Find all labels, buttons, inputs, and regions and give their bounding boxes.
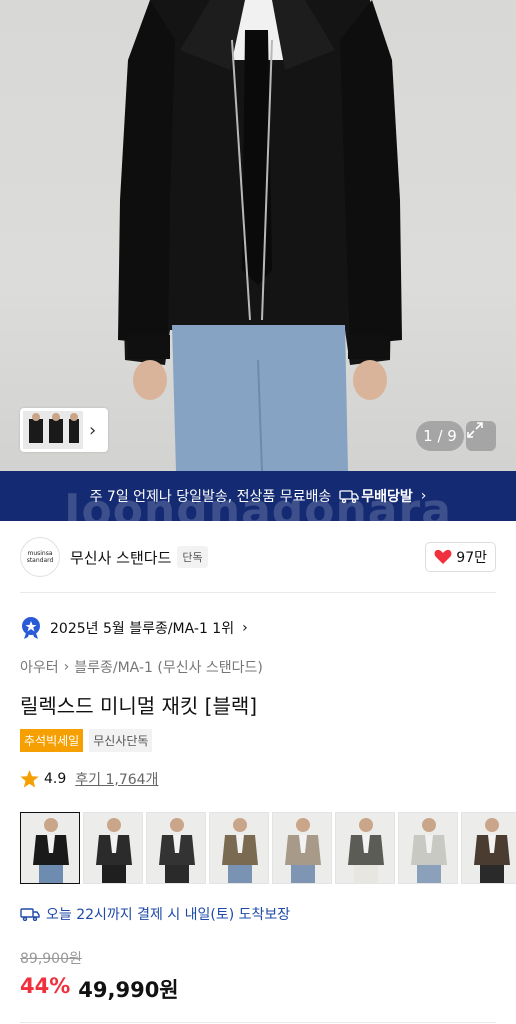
product-title: 릴렉스드 미니멀 재킷 [블랙] <box>20 694 258 718</box>
color-option-olive-grey[interactable] <box>335 812 395 884</box>
brand-logo[interactable]: musinsa standard <box>20 537 60 577</box>
delivery-truck-icon <box>339 490 359 503</box>
brand-row: musinsa standard 무신사 스탠다드 단독 97만 <box>20 536 496 578</box>
color-option-brown[interactable] <box>461 812 516 884</box>
delivery-text: 오늘 22시까지 결제 시 내일(토) 도착보장 <box>46 907 291 923</box>
rating-score: 4.9 <box>44 771 67 787</box>
product-badges: 추석빅세일 무신사단독 <box>20 729 153 752</box>
reviews-link[interactable]: 후기 1,764개 <box>75 769 158 789</box>
logo-text-line1: musinsa <box>27 550 53 557</box>
banner-text: 주 7일 언제나 당일발송, 전상품 무료배송 <box>89 489 332 505</box>
badge-label: 무배당발 <box>361 489 413 505</box>
heart-icon <box>434 549 452 564</box>
chevron-right-icon: › <box>63 659 70 675</box>
chevron-right-icon: › <box>242 620 248 636</box>
final-price: 49,990원 <box>78 978 179 1002</box>
price-row: 44% 49,990원 <box>20 974 179 1004</box>
free-shipping-badge: 무배당발 <box>339 486 413 506</box>
sale-badge: 추석빅세일 <box>20 729 84 752</box>
divider <box>20 1022 496 1023</box>
image-counter: 1 / 9 <box>416 421 464 451</box>
star-icon <box>20 770 39 788</box>
shipping-banner[interactable]: Joongnagonara 주 7일 언제나 당일발송, 전상품 무료배송 무배… <box>0 471 516 536</box>
color-option-charcoal[interactable] <box>83 812 143 884</box>
breadcrumb-level2[interactable]: 블루종/MA-1 (무신사 스탠다드) <box>74 657 263 677</box>
ranking-text: 2025년 5월 블루종/MA-1 1위 <box>50 621 235 637</box>
like-count: 97만 <box>456 550 487 566</box>
brand-name[interactable]: 무신사 스탠다드 <box>70 547 171 568</box>
exclusive-badge: 무신사단독 <box>89 729 153 752</box>
discount-rate: 44% <box>20 974 71 998</box>
color-options <box>20 812 516 884</box>
expand-icon[interactable] <box>466 421 496 451</box>
breadcrumb: 아우터 › 블루종/MA-1 (무신사 스탠다드) <box>20 657 263 677</box>
color-option-beige[interactable] <box>272 812 332 884</box>
color-option-light-grey[interactable] <box>398 812 458 884</box>
delivery-guarantee: 오늘 22시까지 결제 시 내일(토) 도착보장 <box>20 904 290 924</box>
logo-text-line2: standard <box>26 557 54 564</box>
ranking-medal-icon <box>22 617 40 639</box>
chevron-right-icon: › <box>420 488 427 504</box>
gallery-thumbnail <box>23 411 83 449</box>
chevron-right-icon: › <box>89 419 97 441</box>
original-price: 89,900원 <box>20 951 82 967</box>
like-button[interactable]: 97만 <box>425 542 496 572</box>
color-option-black[interactable] <box>20 812 80 884</box>
model-photo <box>118 0 402 471</box>
ranking-link[interactable]: 2025년 5월 블루종/MA-1 1위 › <box>20 615 248 641</box>
color-option-dark-grey[interactable] <box>146 812 206 884</box>
product-main-image[interactable]: › 1 / 9 <box>0 0 516 471</box>
exclusive-tag: 단독 <box>177 546 208 568</box>
breadcrumb-level1[interactable]: 아우터 <box>20 657 59 677</box>
image-gallery-preview[interactable]: › <box>20 408 108 452</box>
divider <box>20 592 496 593</box>
color-option-khaki[interactable] <box>209 812 269 884</box>
delivery-truck-icon <box>20 908 40 921</box>
rating-row: 4.9 후기 1,764개 <box>20 769 158 789</box>
